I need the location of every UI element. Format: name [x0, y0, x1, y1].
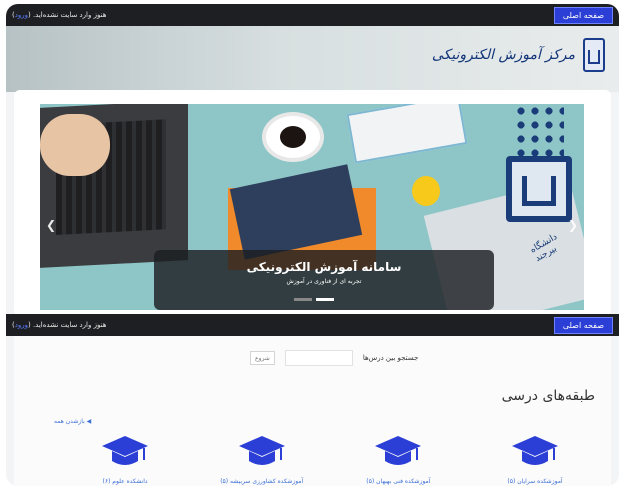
hero-slide: دانشگاه بیرجند ❮ ❯ سامانه آموزش الکترونی…: [40, 104, 584, 310]
slide-title: سامانه آموزش الکترونیکی: [246, 260, 402, 274]
category-label[interactable]: آموزشکده فنی بهبهان (۵): [353, 478, 443, 485]
slide-caption: سامانه آموزش الکترونیکی تجربه ای از فناو…: [154, 250, 494, 310]
clipboard-image: [346, 104, 468, 164]
home-button[interactable]: صفحه اصلی: [553, 6, 613, 24]
home-button[interactable]: صفحه اصلی: [553, 316, 613, 334]
course-search: جستجو بین درس‌ها شروع: [250, 350, 418, 366]
login-status-text: هنوز وارد سایت نشده‌اید. (: [28, 321, 107, 329]
search-input[interactable]: [284, 350, 353, 366]
coffee-cup-image: [266, 116, 320, 158]
slider-next-icon[interactable]: ❯: [568, 218, 578, 232]
top-navbar: هنوز وارد سایت نشده‌اید. (ورود) صفحه اصل…: [6, 4, 619, 26]
brand-name: مرکز آموزش الکترونیکی: [431, 47, 575, 63]
graduation-cap-icon: [512, 436, 558, 465]
login-link[interactable]: ورود: [15, 321, 28, 329]
juice-glass-image: [412, 176, 440, 206]
sticky-navbar: هنوز وارد سایت نشده‌اید. (ورود) صفحه اصل…: [6, 314, 619, 336]
category-item[interactable]: آموزشکده فنی بهبهان (۵): [353, 432, 443, 485]
graduation-cap-icon: [375, 436, 422, 465]
slider-card: دانشگاه بیرجند ❮ ❯ سامانه آموزش الکترونی…: [14, 90, 611, 316]
main-content: جستجو بین درس‌ها شروع طبقه‌های درسی ◀ با…: [14, 336, 611, 486]
slider-prev-icon[interactable]: ❮: [46, 218, 56, 232]
slide-subtitle: تجربه ای از فناوری در آموزش: [286, 278, 362, 285]
hand-image: [40, 114, 110, 176]
brand[interactable]: مرکز آموزش الکترونیکی: [432, 38, 605, 72]
category-item[interactable]: آموزشکده کشاورزی سربیشه (۵): [217, 432, 307, 485]
graduation-cap-icon: [102, 436, 149, 465]
slide-indicator[interactable]: [294, 298, 312, 301]
search-label: جستجو بین درس‌ها: [362, 354, 419, 362]
login-status: هنوز وارد سایت نشده‌اید. (ورود): [12, 321, 106, 329]
search-button[interactable]: شروع: [250, 351, 275, 365]
graduation-cap-icon: [238, 436, 285, 465]
login-link[interactable]: ورود: [15, 11, 28, 19]
site-header: مرکز آموزش الکترونیکی: [6, 26, 619, 92]
expand-all-link[interactable]: ◀ بازشدن همه: [54, 418, 91, 425]
category-label[interactable]: آموزشکده سرایان (۵): [490, 478, 580, 485]
category-label[interactable]: دانشکده علوم (۶): [80, 478, 170, 485]
browser-frame: هنوز وارد سایت نشده‌اید. (ورود) صفحه اصل…: [6, 4, 619, 486]
login-status: هنوز وارد سایت نشده‌اید. (ورود): [12, 11, 106, 19]
category-label[interactable]: آموزشکده کشاورزی سربیشه (۵): [217, 478, 307, 485]
university-logo-icon: [583, 38, 605, 72]
slide-indicator[interactable]: [316, 298, 334, 301]
categories-title: طبقه‌های درسی: [501, 388, 595, 404]
category-list: آموزشکده سرایان (۵) آموزشکده فنی بهبهان …: [80, 432, 580, 485]
category-item[interactable]: دانشکده علوم (۶): [80, 432, 170, 485]
category-item[interactable]: آموزشکده سرایان (۵): [490, 432, 580, 485]
slider-indicators: [294, 298, 334, 301]
login-status-text: هنوز وارد سایت نشده‌اید. (: [28, 11, 107, 19]
